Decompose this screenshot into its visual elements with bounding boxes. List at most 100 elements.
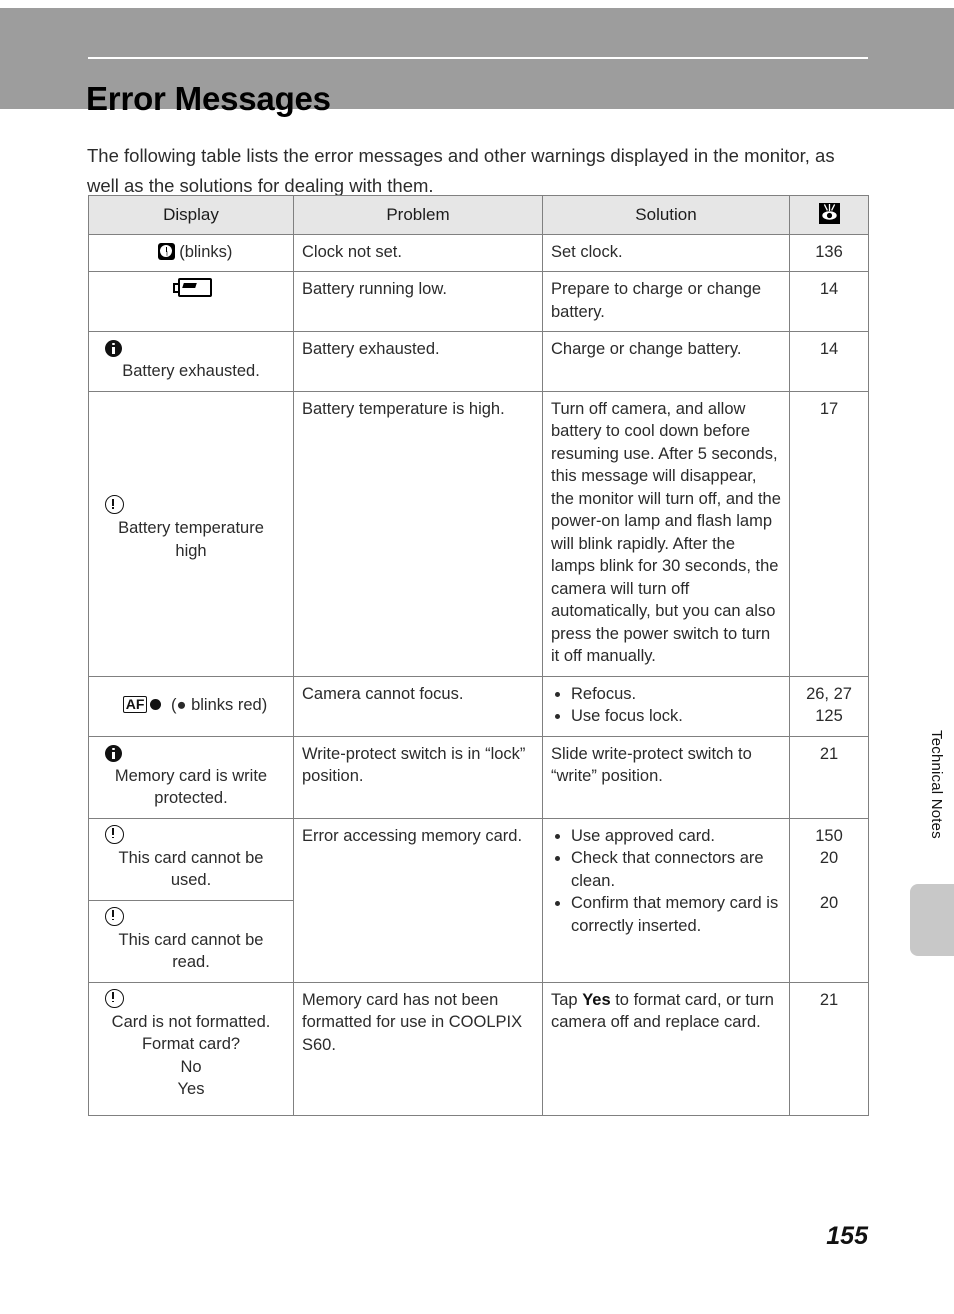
display-message-line: Battery temperature bbox=[118, 519, 264, 537]
cell-page-reference: 21 bbox=[789, 735, 869, 819]
cell-display: This card cannot be used. bbox=[88, 817, 294, 901]
table-header-row: Display Problem Solution bbox=[88, 195, 869, 235]
battery-low-icon bbox=[173, 278, 212, 297]
cell-problem: Battery running low. bbox=[293, 271, 543, 332]
cell-solution: Use approved card. Check that connectors… bbox=[542, 817, 790, 983]
display-message-line: read. bbox=[172, 953, 210, 971]
af-focus-icon: AF bbox=[122, 696, 148, 713]
table-row: AF (● blinks red) Camera cannot focus. R… bbox=[88, 675, 869, 737]
display-message-line: Battery exhausted. bbox=[122, 362, 260, 380]
section-tab-label: Technical Notes bbox=[928, 730, 945, 839]
display-message: Card is not formatted. Format card? No Y… bbox=[97, 1011, 285, 1101]
info-icon bbox=[105, 744, 122, 762]
cell-problem: Battery exhausted. bbox=[293, 331, 543, 392]
cell-page-reference: 26, 27 125 bbox=[789, 675, 869, 737]
display-message: Battery temperature high bbox=[97, 517, 285, 562]
display-message-line: high bbox=[175, 541, 207, 560]
solution-bullet: Check that connectors are clean. bbox=[551, 847, 781, 892]
display-inline-text: (blinks) bbox=[179, 242, 233, 261]
cell-page-reference: 136 bbox=[789, 233, 869, 272]
table-row: Battery running low. Prepare to charge o… bbox=[88, 271, 869, 332]
page-title: Error Messages bbox=[86, 80, 331, 118]
table-row: Battery temperature high Battery tempera… bbox=[88, 390, 869, 677]
focus-dot-icon bbox=[150, 699, 162, 710]
solution-emphasis-yes: Yes bbox=[582, 990, 611, 1009]
display-message: Battery exhausted. bbox=[97, 360, 285, 383]
cell-display: Battery exhausted. bbox=[88, 331, 294, 392]
clock-icon bbox=[157, 242, 175, 260]
display-icon-wrap: (blinks) bbox=[97, 241, 285, 263]
cell-display: (blinks) bbox=[88, 233, 294, 272]
solution-bullet-list: Use approved card. Check that connectors… bbox=[551, 825, 781, 938]
cell-solution: Turn off camera, and allow battery to co… bbox=[542, 390, 790, 677]
cell-solution: Prepare to charge or change battery. bbox=[542, 271, 790, 332]
table-row: Memory card is write protected. Write-pr… bbox=[88, 735, 869, 819]
display-message-option-yes[interactable]: Yes bbox=[97, 1078, 285, 1101]
cell-solution: Tap Yes to format card, or turn camera o… bbox=[542, 981, 790, 1116]
display-message-option-no[interactable]: No bbox=[97, 1056, 285, 1079]
solution-bullet: Confirm that memory card is correctly in… bbox=[551, 892, 781, 937]
cell-page-reference: 14 bbox=[789, 331, 869, 392]
display-inline-text: (● blinks red) bbox=[171, 696, 268, 714]
display-icon-wrap: AF (● blinks red) bbox=[97, 694, 285, 716]
solution-bullet-list: Refocus. Use focus lock. bbox=[551, 683, 781, 728]
cell-problem: Battery temperature is high. bbox=[293, 390, 543, 677]
cell-solution: Slide write-protect switch to “write” po… bbox=[542, 735, 790, 819]
solution-bullet: Refocus. bbox=[551, 683, 781, 706]
display-message-line: used. bbox=[170, 871, 212, 889]
display-message-line: Card is not formatted. bbox=[111, 1012, 271, 1031]
cell-solution: Refocus. Use focus lock. bbox=[542, 675, 790, 737]
display-message: This card cannot be used. bbox=[97, 847, 285, 892]
cell-display: Card is not formatted. Format card? No Y… bbox=[88, 981, 294, 1116]
cell-solution: Set clock. bbox=[542, 233, 790, 272]
cell-display: This card cannot be read. bbox=[88, 899, 294, 983]
display-icon-wrap bbox=[97, 824, 285, 847]
info-icon bbox=[105, 340, 122, 357]
cell-problem: Write-protect switch is in “lock” positi… bbox=[293, 735, 543, 819]
cell-problem: Error accessing memory card. bbox=[293, 817, 543, 983]
display-message-line: This card cannot be bbox=[118, 930, 264, 949]
table-row: This card cannot be used. Error accessin… bbox=[88, 817, 869, 983]
table-row: Card is not formatted. Format card? No Y… bbox=[88, 981, 869, 1116]
cell-page-reference: 150 20 20 bbox=[789, 817, 869, 983]
warning-icon bbox=[105, 824, 124, 844]
column-header-solution: Solution bbox=[542, 195, 790, 235]
column-header-problem: Problem bbox=[293, 195, 543, 235]
display-message: Memory card is write protected. bbox=[97, 765, 285, 810]
warning-icon bbox=[105, 906, 124, 926]
solution-bullet: Use approved card. bbox=[551, 825, 781, 848]
display-message-line: This card cannot be bbox=[118, 848, 264, 867]
table-row: Battery exhausted. Battery exhausted. Ch… bbox=[88, 331, 869, 392]
display-message-line: Format card? bbox=[141, 1035, 241, 1053]
cell-page-reference: 17 bbox=[789, 390, 869, 677]
intro-paragraph: The following table lists the error mess… bbox=[87, 144, 835, 196]
section-thumb-tab bbox=[910, 884, 954, 956]
display-icon-wrap bbox=[97, 988, 285, 1011]
display-icon-wrap bbox=[97, 906, 285, 929]
display-icon-wrap bbox=[97, 278, 285, 300]
cell-display bbox=[88, 271, 294, 332]
cell-problem: Clock not set. bbox=[293, 233, 543, 272]
page-number: 155 bbox=[826, 1222, 868, 1250]
reference-eye-icon bbox=[818, 203, 840, 224]
column-header-display: Display bbox=[88, 195, 294, 235]
display-icon-wrap bbox=[97, 338, 285, 360]
cell-problem: Memory card has not been formatted for u… bbox=[293, 981, 543, 1116]
display-icon-wrap bbox=[97, 743, 285, 765]
warning-icon bbox=[105, 988, 124, 1008]
cell-page-reference: 21 bbox=[789, 981, 869, 1116]
solution-text-prefix: Tap bbox=[551, 990, 583, 1009]
solution-bullet: Use focus lock. bbox=[551, 705, 781, 728]
table-row: (blinks) Clock not set. Set clock. 136 bbox=[88, 233, 869, 272]
display-message-line: Memory card is write bbox=[114, 766, 268, 785]
cell-display: Battery temperature high bbox=[88, 390, 294, 677]
cell-display: AF (● blinks red) bbox=[88, 675, 294, 737]
display-icon-wrap bbox=[97, 495, 285, 517]
display-message: This card cannot be read. bbox=[97, 929, 285, 974]
cell-display: Memory card is write protected. bbox=[88, 735, 294, 819]
column-header-reference bbox=[789, 195, 869, 235]
cell-solution: Charge or change battery. bbox=[542, 331, 790, 392]
cell-page-reference: 14 bbox=[789, 271, 869, 332]
warning-icon bbox=[105, 495, 124, 514]
display-message-line: protected. bbox=[154, 789, 228, 807]
